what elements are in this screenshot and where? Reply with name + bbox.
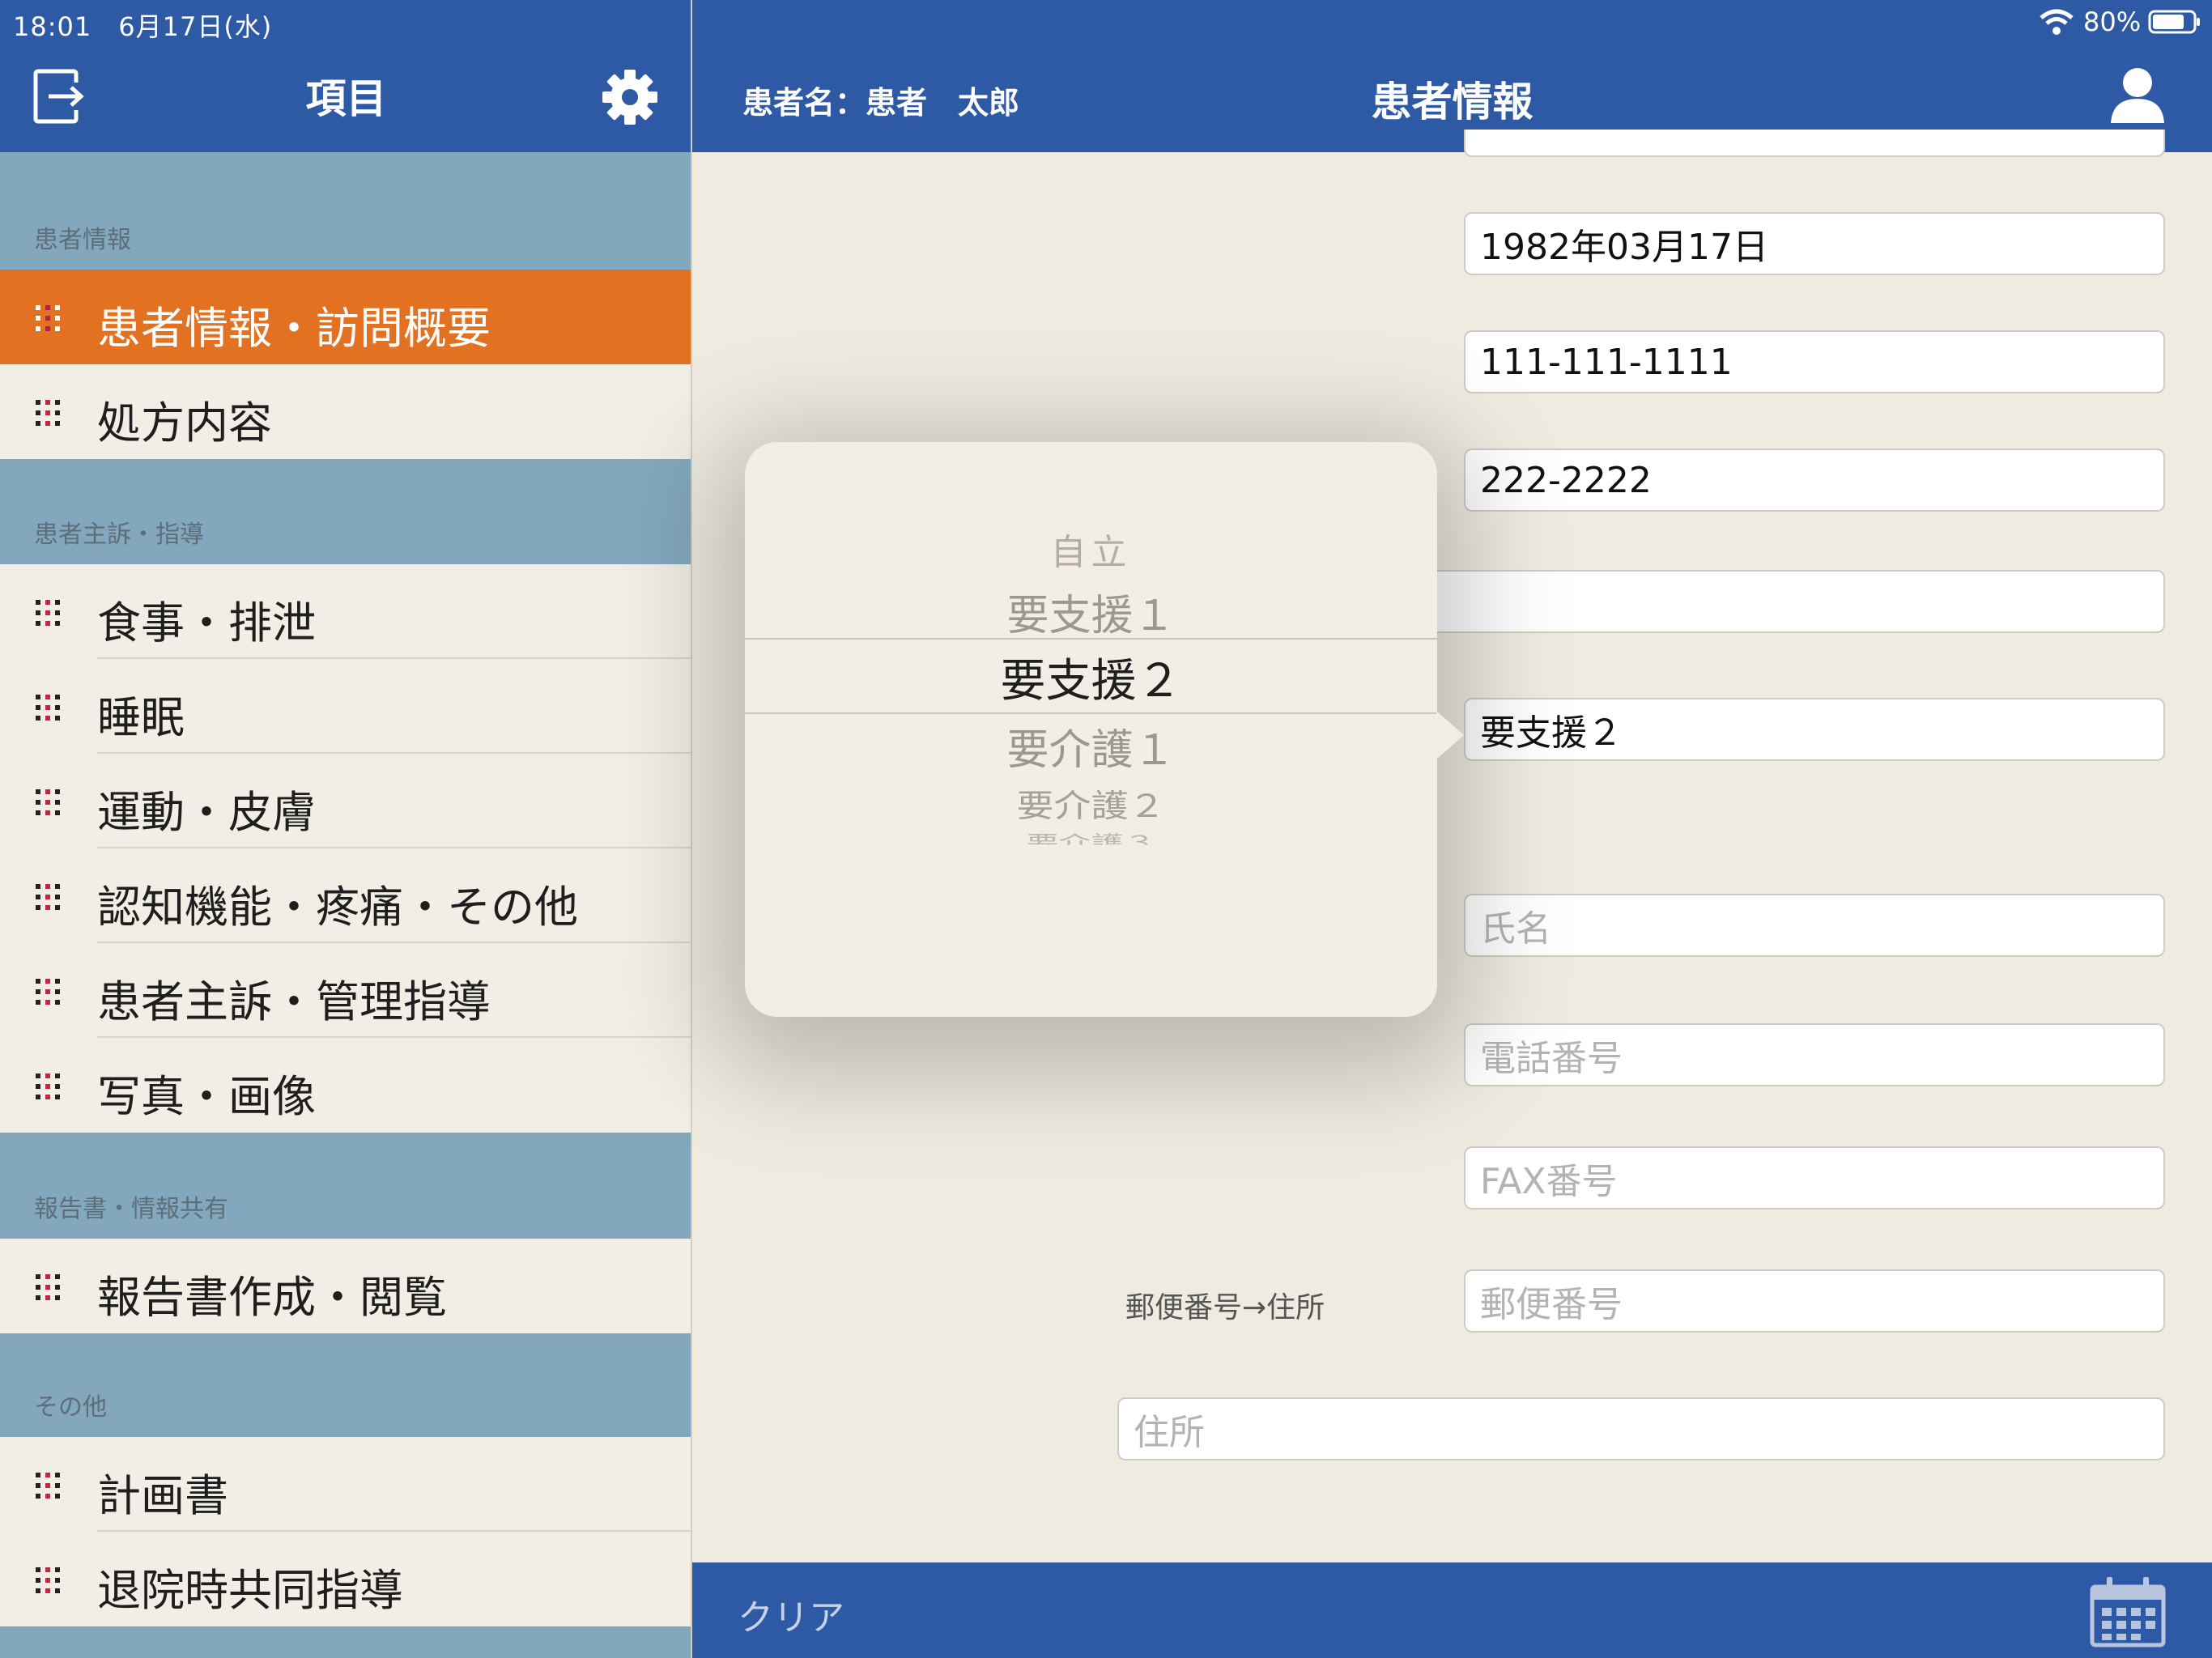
sidebar-item-exercise[interactable]: 運動・皮膚 <box>0 754 691 848</box>
birthdate-field[interactable]: 1982年03月17日 <box>1464 212 2165 275</box>
sidebar-item-label: 計画書 <box>97 1470 228 1521</box>
grip-icon <box>36 1567 60 1593</box>
sidebar-item-label: 認知機能・疼痛・その他 <box>97 882 578 933</box>
sidebar-item-photos[interactable]: 写真・画像 <box>0 1038 691 1133</box>
sidebar-item-report[interactable]: 報告書作成・閲覧 <box>0 1239 691 1333</box>
sidebar-item-sleep[interactable]: 睡眠 <box>0 659 691 754</box>
contact-phone-field[interactable]: 電話番号 <box>1464 1023 2165 1086</box>
picker-selected-option[interactable]: 要支援２ <box>745 644 1437 710</box>
wifi-icon <box>2040 9 2074 35</box>
contact-postal-field[interactable]: 郵便番号 <box>1464 1269 2165 1333</box>
postal-code-field[interactable]: 222-2222 <box>1464 449 2165 512</box>
contact-address-field[interactable]: 住所 <box>1117 1397 2165 1460</box>
picker-option[interactable]: 自立 <box>745 523 1437 575</box>
picker-option[interactable]: 要介護２ <box>745 781 1437 827</box>
phone-field[interactable]: 111-111-1111 <box>1464 330 2165 393</box>
section-header-reports: 報告書・情報共有 <box>0 1133 691 1239</box>
sidebar-item-prescription[interactable]: 処方内容 <box>0 364 691 459</box>
grip-icon <box>36 305 60 331</box>
calendar-icon[interactable] <box>2089 1575 2167 1648</box>
battery-percent: 80% <box>2083 6 2142 37</box>
picker-selection-bottom-line <box>745 712 1437 714</box>
clear-button[interactable]: クリア <box>738 1588 844 1640</box>
sidebar-item-complaints-guidance[interactable]: 患者主訴・管理指導 <box>0 943 691 1038</box>
popover-arrow <box>1436 711 1464 759</box>
sidebar: 18:01 6月17日(水) 項目 患者情報 患者情報・訪問概要 処方内容 患者… <box>0 0 692 1658</box>
care-level-picker-popover[interactable]: 自立 要支援１ 要支援２ 要介護１ 要介護２ 要介護３ <box>745 442 1437 1017</box>
sidebar-item-label: 写真・画像 <box>97 1071 316 1122</box>
sidebar-item-label: 睡眠 <box>97 692 185 743</box>
sidebar-item-label: 退院時共同指導 <box>97 1565 403 1616</box>
user-icon[interactable] <box>2108 65 2167 125</box>
grip-icon <box>36 1073 60 1099</box>
grip-icon <box>36 884 60 910</box>
grip-icon <box>36 695 60 721</box>
section-header-tail <box>0 1626 691 1658</box>
battery-icon <box>2148 10 2200 34</box>
picker-selection-top-line <box>745 638 1437 640</box>
sidebar-navbar: 18:01 6月17日(水) 項目 <box>0 0 691 152</box>
sidebar-item-meals[interactable]: 食事・排泄 <box>0 564 691 659</box>
grip-icon <box>36 979 60 1005</box>
postal-lookup-label[interactable]: 郵便番号→住所 <box>1125 1284 1325 1326</box>
care-level-field[interactable]: 要支援２ <box>1464 698 2165 761</box>
grip-icon <box>36 1473 60 1499</box>
grip-icon <box>36 600 60 626</box>
sidebar-item-patient-overview[interactable]: 患者情報・訪問概要 <box>0 270 691 364</box>
sidebar-item-plan[interactable]: 計画書 <box>0 1437 691 1532</box>
address-field[interactable] <box>1376 570 2165 633</box>
contact-fax-field[interactable]: FAX番号 <box>1464 1146 2165 1209</box>
previous-field[interactable] <box>1464 130 2165 157</box>
sidebar-item-cognition[interactable]: 認知機能・疼痛・その他 <box>0 848 691 943</box>
section-header-other: その他 <box>0 1333 691 1437</box>
picker-option[interactable]: 要支援１ <box>745 581 1437 642</box>
sidebar-item-label: 運動・皮膚 <box>97 787 316 838</box>
picker-option[interactable]: 要介護１ <box>745 716 1437 776</box>
sidebar-item-label: 患者主訴・管理指導 <box>97 976 491 1027</box>
status-time-date: 18:01 6月17日(水) <box>13 11 273 42</box>
sidebar-item-label: 報告書作成・閲覧 <box>97 1272 447 1323</box>
grip-icon <box>36 1274 60 1300</box>
page-title: 患者情報 <box>1371 79 1534 125</box>
gear-icon[interactable] <box>601 68 659 126</box>
picker-option[interactable]: 要介護３ <box>745 828 1437 844</box>
contact-name-field[interactable]: 氏名 <box>1464 894 2165 957</box>
bottom-toolbar: クリア <box>692 1562 2212 1658</box>
grip-icon <box>36 789 60 815</box>
sidebar-item-label: 処方内容 <box>97 397 272 449</box>
section-header-complaints: 患者主訴・指導 <box>0 459 691 564</box>
sidebar-item-label: 食事・排泄 <box>97 597 316 648</box>
sidebar-title: 項目 <box>305 75 387 122</box>
sidebar-item-label: 患者情報・訪問概要 <box>97 303 491 354</box>
sidebar-item-discharge[interactable]: 退院時共同指導 <box>0 1532 691 1626</box>
section-header-patient-info: 患者情報 <box>0 152 691 270</box>
grip-icon <box>36 400 60 426</box>
